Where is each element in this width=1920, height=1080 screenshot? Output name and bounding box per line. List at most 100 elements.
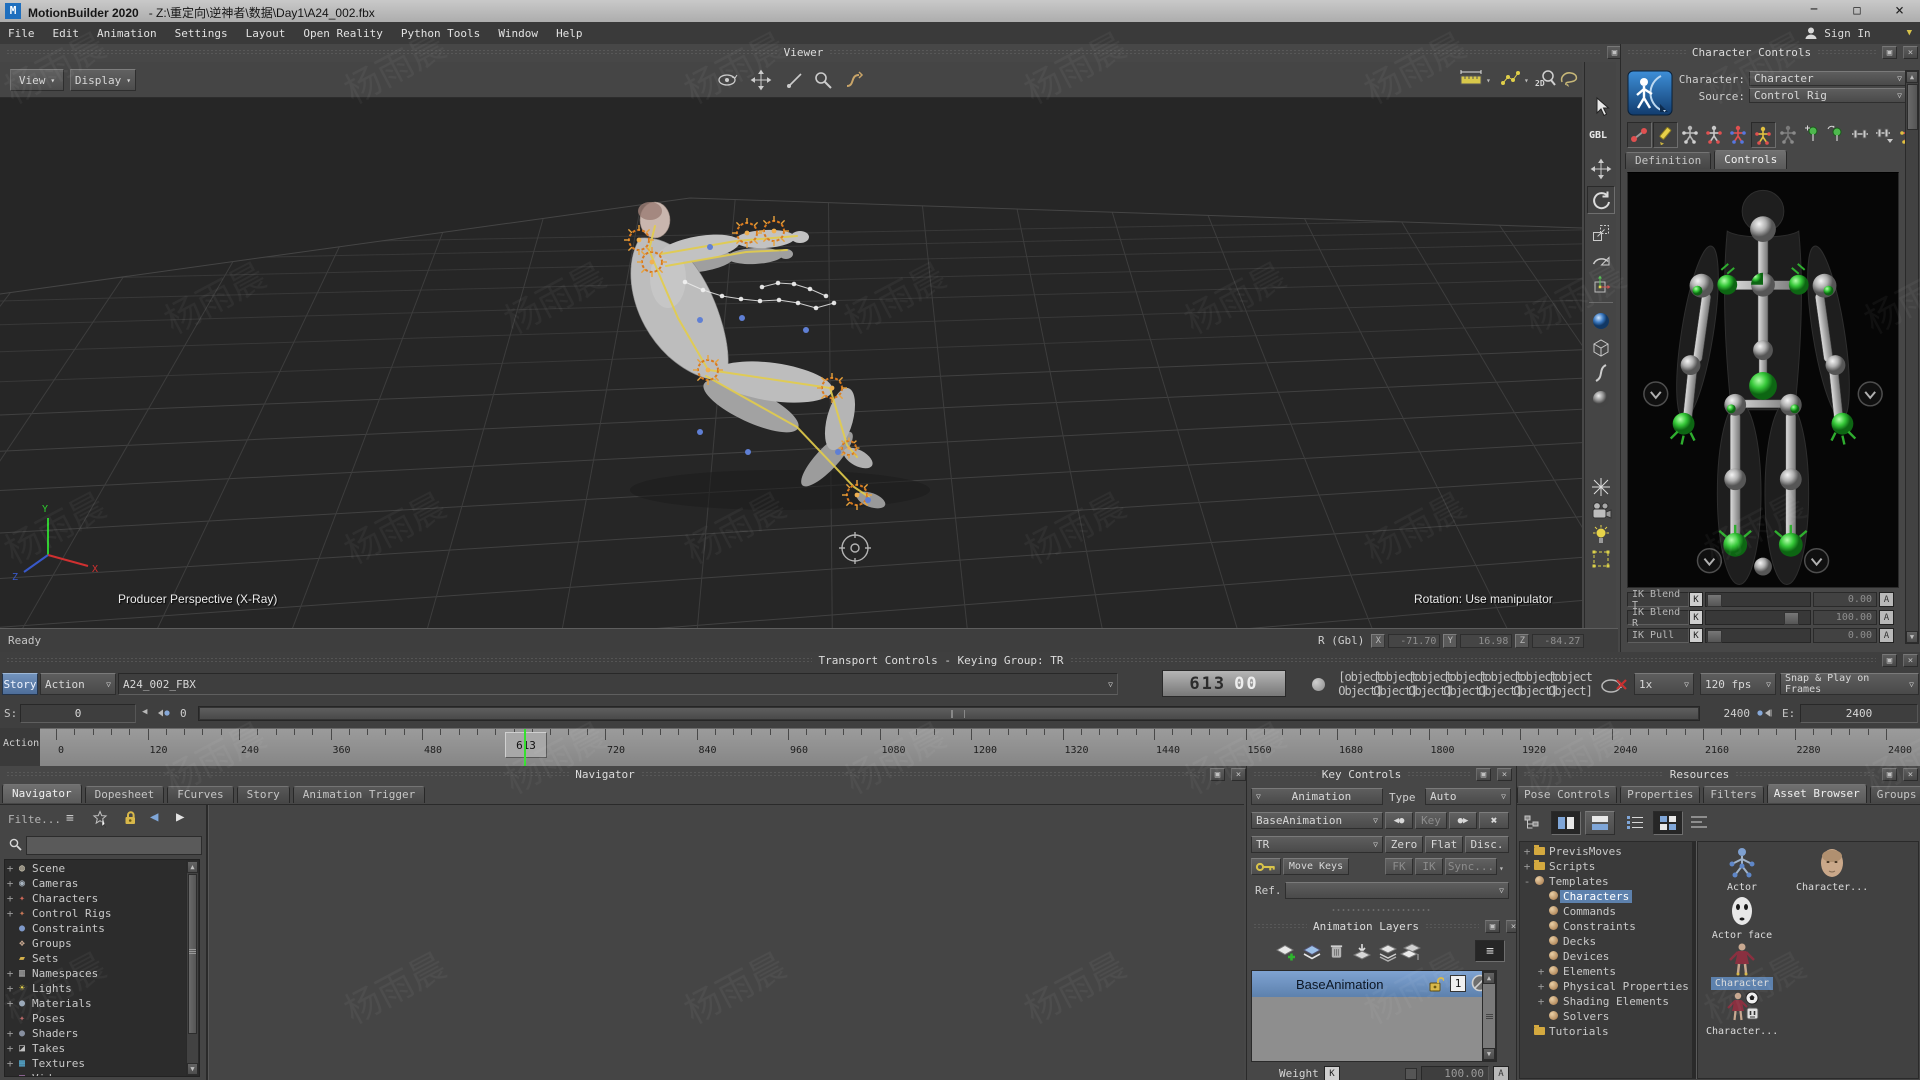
- source-select[interactable]: Control Rig▽: [1749, 88, 1907, 103]
- flat-button[interactable]: Flat: [1425, 836, 1463, 853]
- scene-tree-item[interactable]: ✦ Poses: [5, 1011, 199, 1026]
- ik-value[interactable]: 100.00: [1813, 610, 1877, 625]
- maximize-button[interactable]: □: [1836, 0, 1878, 22]
- split-horizontal-button[interactable]: [1585, 811, 1615, 835]
- take-field[interactable]: A24_002_FBX▽: [118, 673, 1118, 695]
- key-button[interactable]: K: [1689, 628, 1703, 643]
- resources-tab[interactable]: Properties: [1620, 786, 1700, 803]
- orbit-camera-icon[interactable]: [716, 69, 740, 93]
- layer-row-selected[interactable]: BaseAnimation 1: [1252, 971, 1483, 997]
- tree-view-icon[interactable]: [1523, 813, 1545, 833]
- story-button[interactable]: Story: [2, 673, 38, 695]
- asset-tree-item[interactable]: Devices: [1520, 949, 1692, 964]
- scene-tree-scrollbar[interactable]: ▲ ▼: [186, 860, 199, 1076]
- asset-tree-item[interactable]: Constraints: [1520, 919, 1692, 934]
- type-select[interactable]: Auto▽: [1425, 788, 1511, 805]
- ik-slider[interactable]: [1705, 592, 1811, 607]
- keying-group-select[interactable]: ▽Animation: [1251, 788, 1383, 805]
- translation-manipulator-icon[interactable]: [1590, 274, 1612, 296]
- select-tool-icon[interactable]: [1590, 96, 1612, 118]
- asset-tree-item[interactable]: Solvers: [1520, 1009, 1692, 1024]
- current-frame-box[interactable]: 613: [505, 732, 547, 758]
- character-select[interactable]: Character▽: [1749, 71, 1907, 86]
- menu-item[interactable]: Python Tools: [401, 27, 480, 40]
- transport-close-icon[interactable]: ×: [1903, 654, 1918, 667]
- navigator-tab[interactable]: Animation Trigger: [293, 786, 426, 803]
- timeline-scrollbar[interactable]: [198, 706, 1700, 721]
- menu-item[interactable]: Settings: [175, 27, 228, 40]
- menu-item[interactable]: Open Reality: [303, 27, 382, 40]
- zero-button[interactable]: Zero: [1385, 836, 1423, 853]
- snap-mode-select[interactable]: Snap & Play on Frames▽: [1780, 673, 1919, 695]
- grid-view-button[interactable]: [1653, 811, 1683, 835]
- action-mode-select[interactable]: Action▽: [40, 673, 116, 695]
- time-ruler[interactable]: 0120240360480720840960108012001320144015…: [40, 728, 1920, 766]
- scene-tree-item[interactable]: ❖ Groups: [5, 936, 199, 951]
- weight-key-button[interactable]: K: [1324, 1066, 1340, 1080]
- rotate-tool-icon[interactable]: [1587, 186, 1615, 214]
- asset-item[interactable]: Actor: [1702, 846, 1782, 894]
- ik-value[interactable]: 0.00: [1813, 628, 1877, 643]
- weight-auto-button[interactable]: A: [1493, 1066, 1509, 1080]
- go-to-end-button[interactable]: [object Object]: [1554, 674, 1586, 694]
- zoom-spinner-icon[interactable]: [154, 705, 172, 721]
- reference-select[interactable]: ▽: [1285, 882, 1509, 899]
- next-keyframe-button[interactable]: [object Object]: [1519, 674, 1551, 694]
- previous-key-button[interactable]: ◀●: [1385, 812, 1413, 829]
- auto-key-button[interactable]: A: [1879, 592, 1894, 607]
- kc-restore-icon[interactable]: ▣: [1476, 768, 1491, 781]
- panel-splitter[interactable]: [206, 805, 209, 1080]
- y-axis-value[interactable]: 16.98: [1460, 634, 1512, 648]
- scene-tree-item[interactable]: + ▤ Videos: [5, 1071, 199, 1077]
- x-axis-value[interactable]: -71.70: [1388, 634, 1440, 648]
- asset-tree-item[interactable]: + Physical Properties: [1520, 979, 1692, 994]
- range-spinner-icon[interactable]: [1754, 705, 1776, 721]
- go-to-start-button[interactable]: [object Object]: [1344, 674, 1376, 694]
- resources-tab[interactable]: Pose Controls: [1517, 786, 1617, 803]
- move-layer-down-icon[interactable]: [1399, 942, 1421, 962]
- keying-body-icon[interactable]: [1703, 122, 1726, 146]
- character-controls-scrollbar[interactable]: ▲ ▼: [1905, 70, 1919, 644]
- auto-key-button[interactable]: A: [1879, 628, 1894, 643]
- navigator-close-icon[interactable]: ×: [1231, 768, 1246, 781]
- move-layer-up-icon[interactable]: [1377, 942, 1399, 962]
- scene-tree-item[interactable]: + ● Shaders: [5, 1026, 199, 1041]
- playhead[interactable]: [524, 729, 526, 766]
- duplicate-layer-icon[interactable]: [1301, 942, 1323, 962]
- play-reverse-button[interactable]: [object Object]: [1414, 674, 1446, 694]
- resources-close-icon[interactable]: ×: [1903, 768, 1918, 781]
- layer-list-options-button[interactable]: ≡: [1475, 940, 1505, 962]
- scene-tree-item[interactable]: + ◪ Takes: [5, 1041, 199, 1056]
- 2d-texture-view-icon[interactable]: 2D: [1534, 68, 1558, 92]
- channels-select[interactable]: TR▽: [1251, 836, 1383, 853]
- keying-mode-icon[interactable]: [1627, 122, 1652, 148]
- splitter-dots[interactable]: [1331, 908, 1431, 912]
- ik-slider[interactable]: [1705, 628, 1811, 643]
- pen-icon[interactable]: [1653, 122, 1678, 148]
- skeleton-neutral-icon[interactable]: [1679, 122, 1702, 146]
- pin-translate-icon[interactable]: [1800, 122, 1823, 146]
- menu-item[interactable]: File: [8, 27, 35, 40]
- material-sphere-icon[interactable]: [1590, 388, 1612, 410]
- split-vertical-button[interactable]: [1551, 811, 1581, 835]
- pin-pair-icon[interactable]: [1848, 122, 1871, 146]
- navigator-tab[interactable]: Navigator: [2, 784, 82, 803]
- model-cube-icon[interactable]: [1590, 336, 1612, 358]
- navigator-restore-icon[interactable]: ▣: [1210, 768, 1225, 781]
- loop-off-icon[interactable]: [1598, 676, 1628, 696]
- panel-close-icon[interactable]: ×: [1903, 46, 1918, 59]
- start-frame-field[interactable]: 0: [20, 704, 136, 723]
- sync-caret-icon[interactable]: ▾: [1499, 864, 1504, 873]
- weight-slider-box[interactable]: [1405, 1068, 1417, 1080]
- null-marker-icon[interactable]: [1590, 476, 1612, 498]
- light-create-icon[interactable]: [1590, 524, 1612, 546]
- navigator-tab[interactable]: FCurves: [167, 786, 233, 803]
- fk-button[interactable]: FK: [1385, 858, 1413, 875]
- character-representation-button[interactable]: [1627, 70, 1673, 116]
- transport-restore-icon[interactable]: ▣: [1882, 654, 1897, 667]
- key-icon-button[interactable]: [1251, 858, 1281, 875]
- scene-tree-item[interactable]: ● Constraints: [5, 921, 199, 936]
- asset-tree-item[interactable]: + PrevisMoves: [1520, 844, 1692, 859]
- ik-slider[interactable]: [1705, 610, 1811, 625]
- magnifier-icon[interactable]: [812, 69, 836, 93]
